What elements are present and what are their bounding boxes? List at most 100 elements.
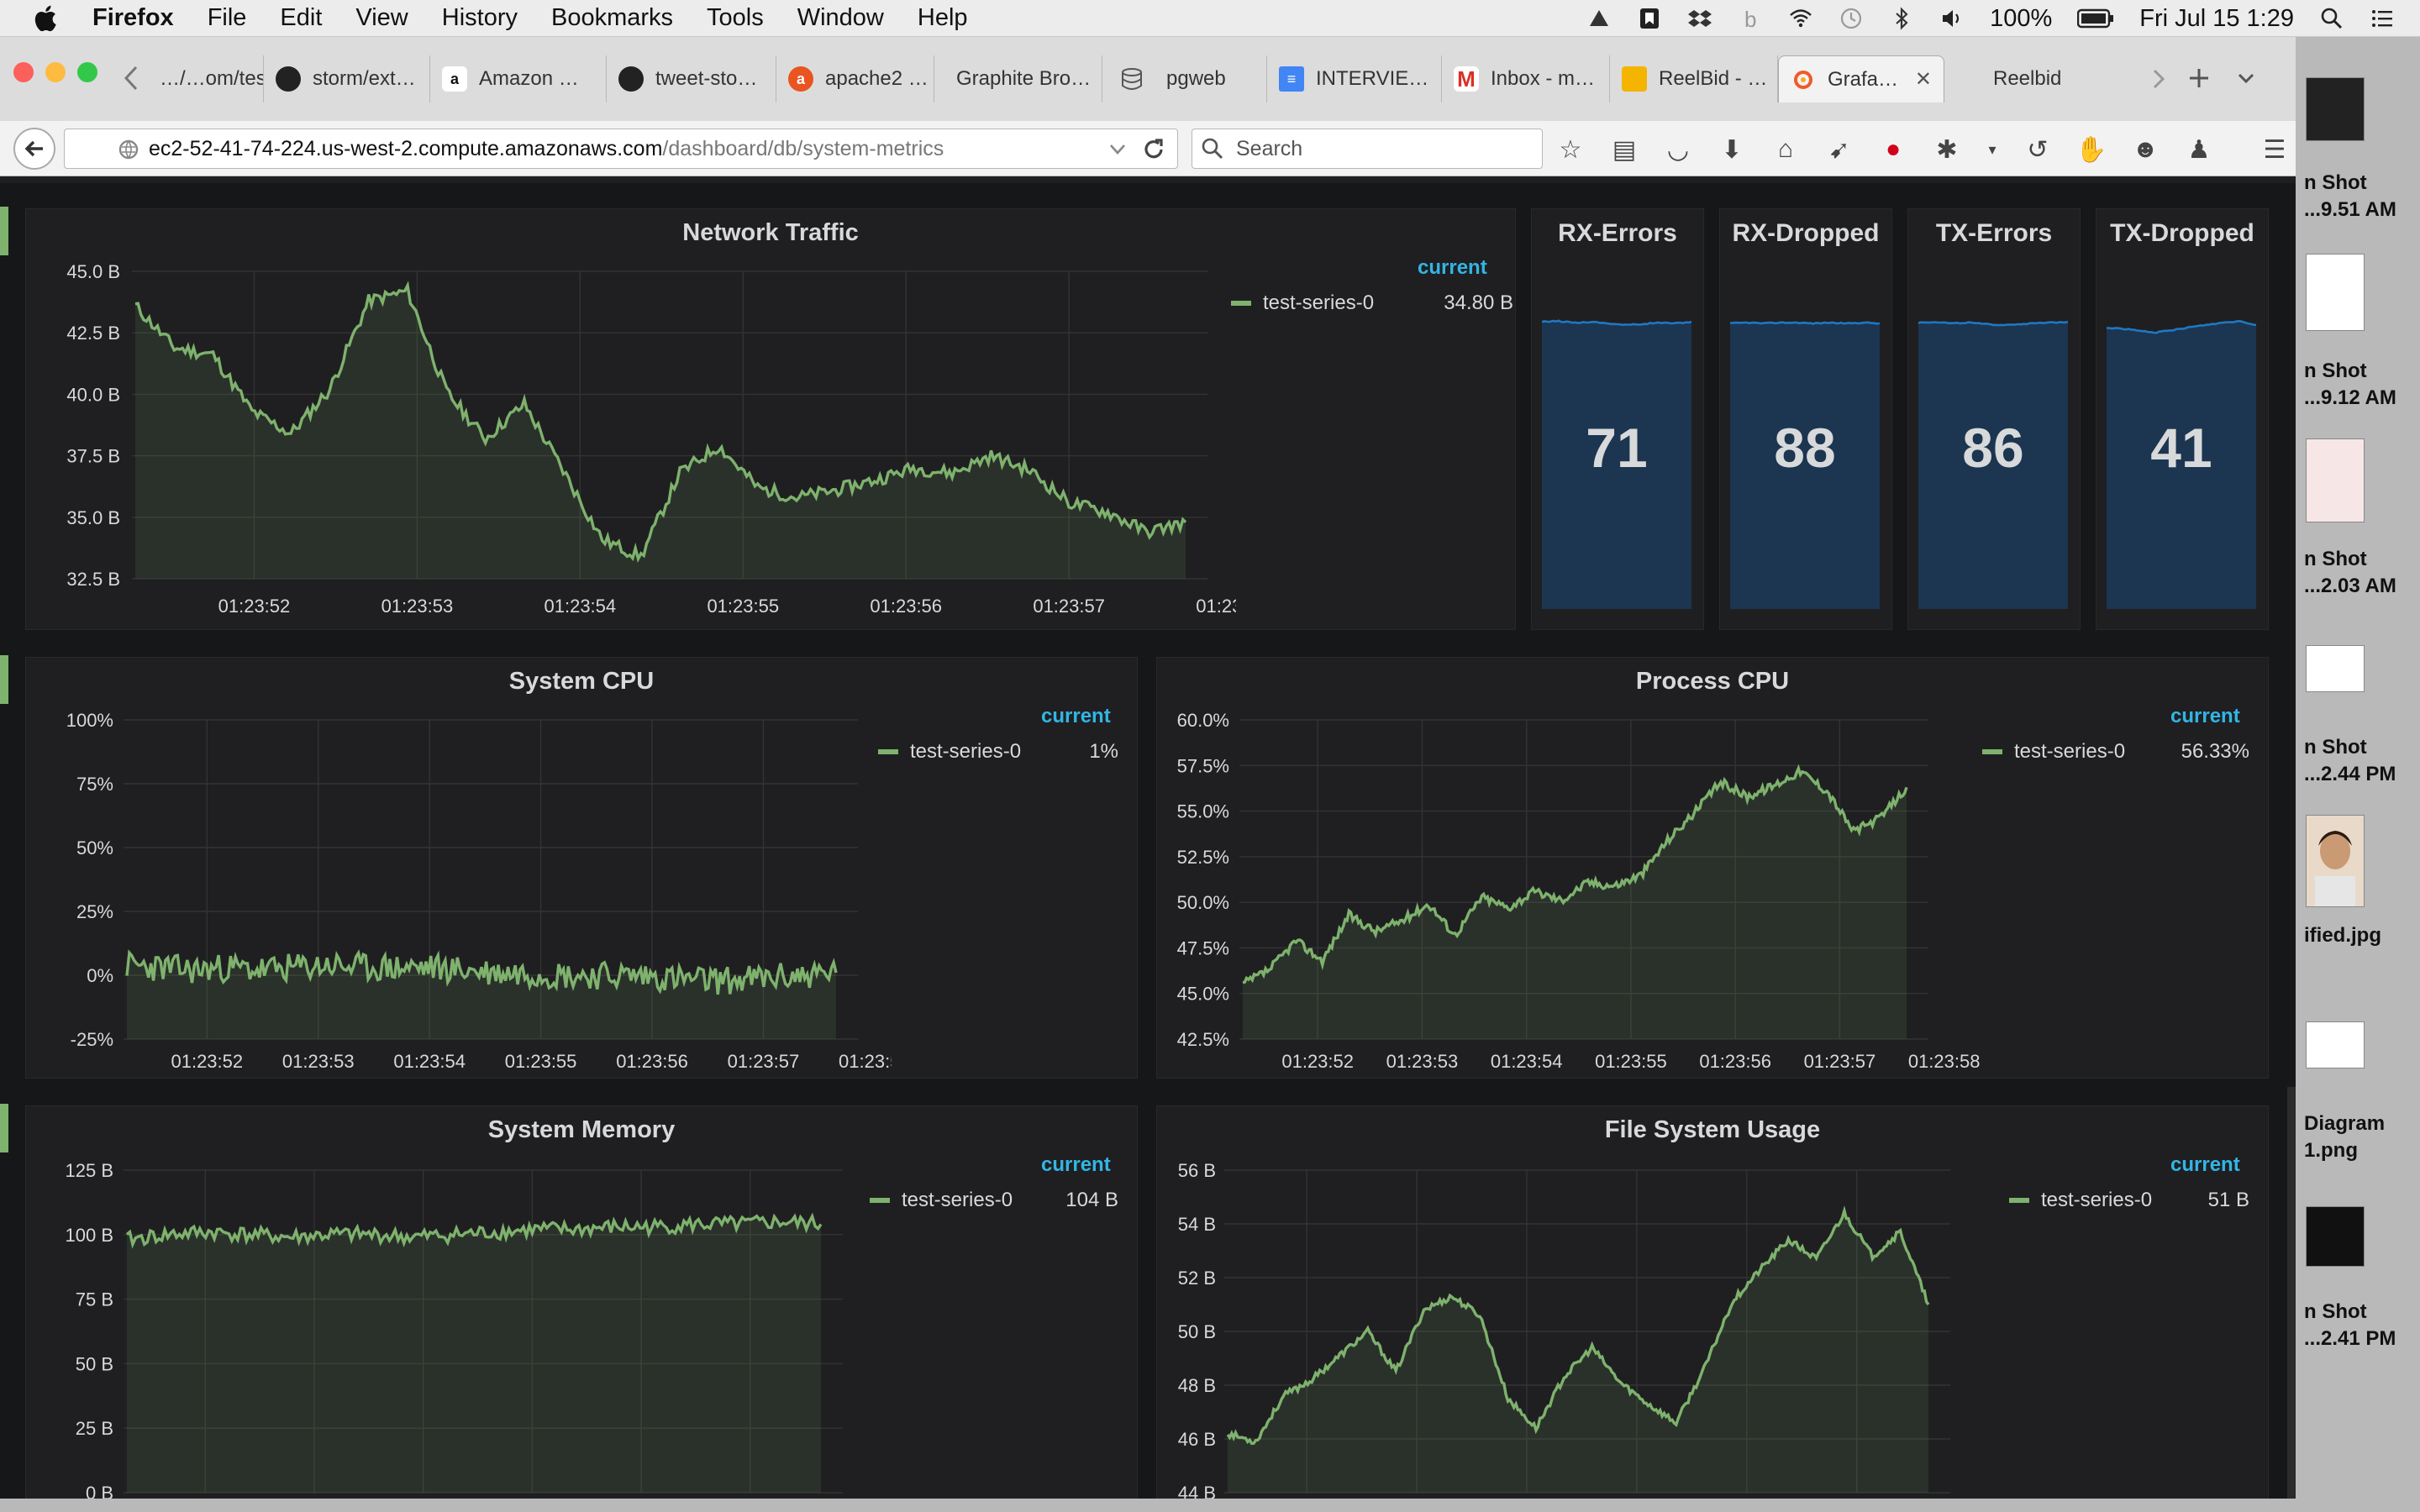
desktop-item-label[interactable]: Diagram	[2304, 1110, 2385, 1137]
legend-header[interactable]: current	[1041, 1153, 1111, 1177]
desktop-item-label[interactable]: ...2.44 PM	[2304, 761, 2396, 787]
tab-reelbid-slides[interactable]: ReelBid - …	[1610, 55, 1778, 102]
url-dropdown-icon[interactable]	[1108, 141, 1127, 158]
extension-dropdown-icon[interactable]: ▾	[1985, 134, 2000, 165]
hamburger-menu-icon[interactable]: ☰	[2259, 134, 2291, 165]
apple-icon[interactable]	[32, 3, 62, 34]
desktop-thumbnail[interactable]	[2306, 815, 2365, 907]
dropbox-icon[interactable]	[1687, 6, 1712, 31]
stat-title[interactable]: TX-Dropped	[2096, 219, 2268, 248]
legend-header[interactable]: current	[2170, 1153, 2240, 1177]
close-window-button[interactable]	[13, 62, 34, 82]
tab-apache2[interactable]: a apache2 …	[776, 55, 934, 102]
minimize-window-button[interactable]	[45, 62, 66, 82]
rx-errors-panel[interactable]: RX-Errors 71	[1531, 208, 1704, 630]
tab-amazon[interactable]: a Amazon …	[430, 55, 607, 102]
site-info-icon[interactable]	[118, 139, 139, 160]
tab-test[interactable]: …/…om/test	[148, 55, 264, 102]
menu-window[interactable]: Window	[797, 4, 884, 32]
tx-dropped-panel[interactable]: TX-Dropped 41	[2096, 208, 2269, 630]
panel-title[interactable]: File System Usage	[1157, 1116, 2268, 1144]
extension-red-icon[interactable]: ●	[1877, 134, 1909, 165]
send-icon[interactable]: ➹	[1823, 134, 1855, 165]
system-memory-panel[interactable]: System Memory 0 B 25 B 50 B 75 B 100 B 125 B …	[25, 1105, 1138, 1499]
process-cpu-panel[interactable]: Process CPU 42.5% 45.0% 47.5% 50.0% 52.5% 55.…	[1156, 657, 2269, 1079]
legend-series[interactable]: test-series-0	[870, 1189, 1013, 1212]
desktop-item-label[interactable]: ...9.51 AM	[2304, 197, 2396, 223]
tab-scroll-left-icon[interactable]	[123, 64, 139, 92]
tab-storm[interactable]: storm/ext…	[264, 55, 430, 102]
search-bar[interactable]: Search	[1192, 129, 1543, 169]
tab-pgweb[interactable]: pgweb	[1102, 55, 1267, 102]
network-traffic-panel[interactable]: Network Traffic 32.5 B 35.0 B 37.5 B 40.0 B…	[25, 208, 1516, 630]
tab-interview[interactable]: ≡ INTERVIE…	[1267, 55, 1442, 102]
row-collapse-handle[interactable]	[0, 655, 8, 704]
wifi-icon[interactable]	[1788, 6, 1813, 31]
page-scrollbar[interactable]	[2287, 1087, 2296, 1499]
row-collapse-handle[interactable]	[0, 1104, 8, 1152]
user-extension-icon[interactable]: ♟	[2183, 134, 2215, 165]
file-system-usage-panel[interactable]: File System Usage 44 B 46 B 48 B 50 B 52 B 54…	[1156, 1105, 2269, 1499]
panel-title[interactable]: System CPU	[26, 668, 1137, 696]
tab-graphite[interactable]: Graphite Bro…	[934, 55, 1102, 102]
pocket-icon[interactable]: ◡	[1662, 134, 1694, 165]
panel-title[interactable]: Process CPU	[1157, 668, 2268, 696]
menu-tools[interactable]: Tools	[707, 4, 764, 32]
stat-title[interactable]: RX-Errors	[1532, 219, 1703, 248]
desktop-thumbnail[interactable]	[2306, 438, 2365, 522]
panel-title[interactable]: Network Traffic	[26, 219, 1515, 247]
bookmark-star-icon[interactable]: ☆	[1555, 134, 1586, 165]
desktop-item-label[interactable]: n Shot	[2304, 170, 2367, 196]
legend-series[interactable]: test-series-0	[1982, 740, 2125, 764]
menu-history[interactable]: History	[442, 4, 518, 32]
tab-inbox[interactable]: M Inbox - m…	[1442, 55, 1610, 102]
desktop-thumbnail[interactable]	[2306, 77, 2365, 141]
file-system-usage-chart[interactable]: 44 B 46 B 48 B 50 B 52 B 54 B 56 B	[1157, 1157, 1997, 1499]
emoji-icon[interactable]: ☻	[2129, 134, 2161, 165]
rx-dropped-panel[interactable]: RX-Dropped 88	[1719, 208, 1892, 630]
notification-center-icon[interactable]	[2370, 6, 2395, 31]
url-bar[interactable]: ec2-52-41-74-224.us-west-2.compute.amazo…	[64, 129, 1178, 169]
row-collapse-handle[interactable]	[0, 207, 8, 255]
home-icon[interactable]: ⌂	[1770, 134, 1802, 165]
legend-series[interactable]: test-series-0	[878, 740, 1021, 764]
menu-edit[interactable]: Edit	[280, 4, 322, 32]
stat-title[interactable]: TX-Errors	[1908, 219, 2080, 248]
new-tab-icon[interactable]	[2186, 66, 2212, 91]
desktop-item-label[interactable]: ified.jpg	[2304, 922, 2381, 948]
battery-icon[interactable]	[2077, 8, 2114, 29]
drive-icon[interactable]	[1586, 6, 1612, 31]
legend-series[interactable]: test-series-0	[1231, 291, 1374, 315]
menu-help[interactable]: Help	[918, 4, 968, 32]
bookmark-app-icon[interactable]	[1637, 6, 1662, 31]
menu-file[interactable]: File	[208, 4, 247, 32]
downloads-icon[interactable]: ⬇	[1716, 134, 1748, 165]
desktop-thumbnail[interactable]	[2306, 645, 2365, 692]
desktop-thumbnail[interactable]	[2306, 1206, 2365, 1267]
history-icon[interactable]: ↺	[2022, 134, 2054, 165]
desktop-item-label[interactable]: 1.png	[2304, 1137, 2358, 1163]
hand-icon[interactable]: ✋	[2075, 134, 2107, 165]
menu-view[interactable]: View	[355, 4, 408, 32]
panel-title[interactable]: System Memory	[26, 1116, 1137, 1144]
extension-bug-icon[interactable]: ✱	[1931, 134, 1963, 165]
battery-percent[interactable]: 100%	[1990, 5, 2052, 33]
legend-header[interactable]: current	[2170, 705, 2240, 728]
desktop-item-label[interactable]: n Shot	[2304, 734, 2367, 760]
app-name[interactable]: Firefox	[92, 4, 174, 32]
desktop-thumbnail[interactable]	[2306, 1021, 2365, 1068]
bluetooth-icon[interactable]	[1889, 6, 1914, 31]
spotlight-icon[interactable]	[2319, 6, 2344, 31]
reload-icon[interactable]	[1142, 138, 1165, 161]
desktop-item-label[interactable]: n Shot	[2304, 546, 2367, 572]
stat-title[interactable]: RX-Dropped	[1720, 219, 1891, 248]
system-cpu-chart[interactable]: -25% 0% 25% 50% 75% 100% 01:23:52 01:23:53 01:23…	[26, 708, 892, 1078]
process-cpu-chart[interactable]: 42.5% 45.0% 47.5% 50.0% 52.5% 55.0% 57.5% 60.0%…	[1157, 708, 1997, 1078]
tab-grafana[interactable]: Grafa… ✕	[1778, 55, 1944, 102]
desktop-item-label[interactable]: ...2.03 AM	[2304, 573, 2396, 599]
legend-header[interactable]: current	[1041, 705, 1111, 728]
b-app-icon[interactable]: b	[1738, 6, 1763, 31]
desktop-item-label[interactable]: ...2.41 PM	[2304, 1326, 2396, 1352]
tab-scroll-right-icon[interactable]	[2151, 67, 2166, 91]
reading-list-icon[interactable]: ▤	[1608, 134, 1640, 165]
